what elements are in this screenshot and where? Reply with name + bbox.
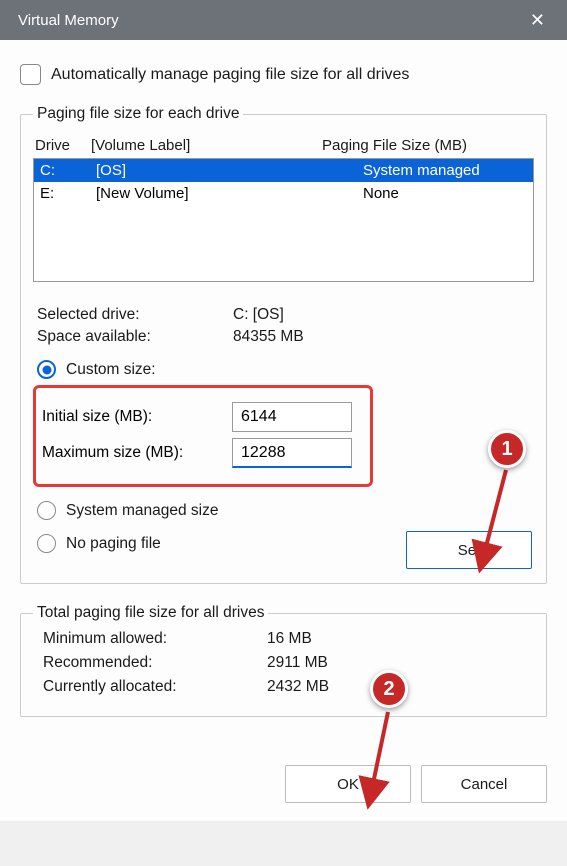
radio-system-row[interactable]: System managed size bbox=[37, 501, 534, 520]
maximum-size-input[interactable] bbox=[232, 438, 352, 468]
cell-drive: E: bbox=[40, 185, 96, 202]
recommended-label: Recommended: bbox=[43, 654, 267, 672]
minimum-row: Minimum allowed: 16 MB bbox=[39, 630, 534, 648]
cancel-button[interactable]: Cancel bbox=[421, 765, 547, 803]
recommended-value: 2911 MB bbox=[267, 654, 328, 672]
header-drive: Drive bbox=[35, 137, 91, 154]
paging-per-drive-legend: Paging file size for each drive bbox=[33, 105, 243, 123]
total-paging-group: Total paging file size for all drives Mi… bbox=[20, 604, 547, 717]
radio-system[interactable] bbox=[37, 501, 56, 520]
selected-drive-value: C: [OS] bbox=[233, 306, 284, 324]
callout-one-icon: 1 bbox=[488, 430, 526, 468]
dialog-content: Automatically manage paging file size fo… bbox=[0, 40, 567, 753]
auto-manage-row: Automatically manage paging file size fo… bbox=[20, 64, 547, 85]
recommended-row: Recommended: 2911 MB bbox=[39, 654, 534, 672]
space-available-row: Space available: 84355 MB bbox=[33, 328, 534, 346]
space-available-label: Space available: bbox=[37, 328, 233, 346]
initial-size-row: Initial size (MB): bbox=[42, 402, 360, 432]
selected-drive-row: Selected drive: C: [OS] bbox=[33, 306, 534, 324]
initial-size-input[interactable] bbox=[232, 402, 352, 432]
drive-list[interactable]: C: [OS] System managed E: [New Volume] N… bbox=[33, 158, 534, 282]
drive-row[interactable]: C: [OS] System managed bbox=[34, 159, 533, 182]
allocated-row: Currently allocated: 2432 MB bbox=[39, 678, 534, 696]
radio-none-label: No paging file bbox=[66, 535, 161, 553]
maximum-size-label: Maximum size (MB): bbox=[42, 444, 222, 462]
maximum-size-row: Maximum size (MB): bbox=[42, 438, 360, 468]
initial-size-label: Initial size (MB): bbox=[42, 408, 222, 426]
radio-system-label: System managed size bbox=[66, 502, 219, 520]
radio-custom-row[interactable]: Custom size: bbox=[37, 360, 534, 379]
header-size: Paging File Size (MB) bbox=[322, 137, 532, 154]
allocated-value: 2432 MB bbox=[267, 678, 329, 696]
drive-list-header: Drive [Volume Label] Paging File Size (M… bbox=[33, 131, 534, 158]
minimum-label: Minimum allowed: bbox=[43, 630, 267, 648]
allocated-label: Currently allocated: bbox=[43, 678, 267, 696]
total-paging-info: Minimum allowed: 16 MB Recommended: 2911… bbox=[33, 630, 534, 696]
dialog-button-row: OK Cancel bbox=[0, 753, 567, 821]
drive-row[interactable]: E: [New Volume] None bbox=[34, 182, 533, 205]
window-title: Virtual Memory bbox=[18, 12, 119, 29]
total-paging-legend: Total paging file size for all drives bbox=[33, 604, 268, 622]
cell-size: None bbox=[327, 185, 527, 202]
paging-per-drive-group: Paging file size for each drive Drive [V… bbox=[20, 105, 547, 584]
set-button[interactable]: Set bbox=[406, 531, 532, 569]
cell-size: System managed bbox=[327, 162, 527, 179]
callout-two-icon: 2 bbox=[370, 670, 408, 708]
minimum-value: 16 MB bbox=[267, 630, 312, 648]
space-available-value: 84355 MB bbox=[233, 328, 304, 346]
highlight-box: Initial size (MB): Maximum size (MB): bbox=[33, 385, 373, 487]
auto-manage-checkbox[interactable] bbox=[20, 64, 41, 85]
cell-drive: C: bbox=[40, 162, 96, 179]
radio-custom[interactable] bbox=[37, 360, 56, 379]
titlebar: Virtual Memory ✕ bbox=[0, 0, 567, 40]
close-icon[interactable]: ✕ bbox=[522, 6, 553, 35]
auto-manage-label: Automatically manage paging file size fo… bbox=[51, 66, 409, 84]
ok-button[interactable]: OK bbox=[285, 765, 411, 803]
selected-drive-label: Selected drive: bbox=[37, 306, 233, 324]
header-volume: [Volume Label] bbox=[91, 137, 322, 154]
cell-volume: [OS] bbox=[96, 162, 327, 179]
cell-volume: [New Volume] bbox=[96, 185, 327, 202]
radio-custom-label: Custom size: bbox=[66, 361, 156, 379]
radio-none[interactable] bbox=[37, 534, 56, 553]
